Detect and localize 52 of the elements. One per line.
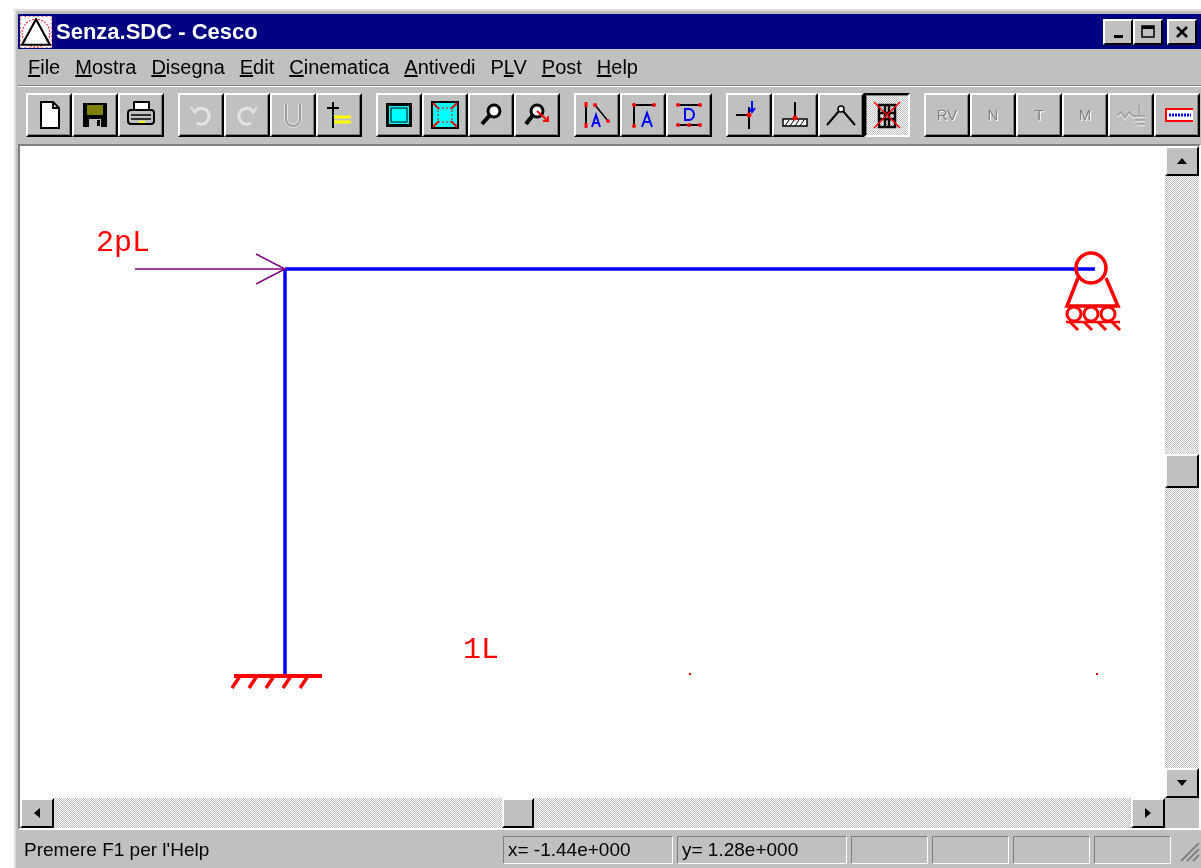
ruler-tool-button[interactable] [1154,92,1200,137]
menu-item[interactable]: PLV [486,55,538,79]
new-tool-button[interactable] [26,92,72,137]
dimslope-tool-button[interactable] [574,92,620,137]
window-title: Senza.SDC - Cesco [56,18,259,45]
left-arrow-icon [33,807,41,819]
scroll-thumb[interactable] [1165,454,1199,488]
maximize-button[interactable] [1133,18,1163,45]
menu-item[interactable]: Antivedi [400,55,487,79]
right-arrow-icon [1144,807,1152,819]
frameall-tool-button[interactable] [422,92,468,137]
menu-item[interactable]: File [24,55,72,79]
dimbox-tool-button[interactable] [666,92,712,137]
minimize-button[interactable] [1103,18,1133,45]
point-marker [1096,673,1098,675]
menu-item[interactable]: Mostra [71,55,148,79]
length-label: 1L [463,635,499,665]
point-marker [689,673,691,675]
scroll-left-button[interactable] [20,798,54,828]
maximize-icon [1140,24,1156,39]
grid-icon [871,98,903,131]
grid-tool-button[interactable] [864,92,910,137]
menu-item[interactable]: Help [592,55,649,79]
close-icon [1174,24,1190,39]
menu-item[interactable]: Post [537,55,593,79]
triangle-icon [20,15,52,48]
menu-item[interactable]: Edit [235,55,286,79]
minimize-icon [1113,35,1123,38]
save-tool-button[interactable] [72,92,118,137]
scroll-down-button[interactable] [1165,768,1199,798]
print-tool-button[interactable] [118,92,164,137]
load-label: 2pL [96,228,150,258]
frame-tool-button[interactable] [376,92,422,137]
plusline-tool-button[interactable] [316,92,362,137]
menu-item[interactable]: Disegna [147,55,236,79]
status-pane: x= -1.44e+000 [503,836,673,864]
zoomout-tool-button[interactable] [514,92,560,137]
frameall-icon [429,98,461,131]
status-message: Premere F1 per l'Help [23,839,211,861]
close-button[interactable] [1167,18,1197,45]
joint-tool-button[interactable] [726,92,772,137]
dimcorner-tool-button[interactable] [620,92,666,137]
hinge-tool-button[interactable] [818,92,864,137]
menu-item[interactable]: Cinematica [285,55,401,79]
up-arrow-icon [1176,157,1188,165]
ground-tool-button[interactable] [772,92,818,137]
scroll-right-button[interactable] [1131,798,1165,828]
scroll-thumb[interactable] [502,798,534,828]
zoom-tool-button[interactable] [468,92,514,137]
status-pane: y= 1.28e+000 [677,836,847,864]
scroll-up-button[interactable] [1165,146,1199,176]
down-arrow-icon [1176,779,1188,787]
